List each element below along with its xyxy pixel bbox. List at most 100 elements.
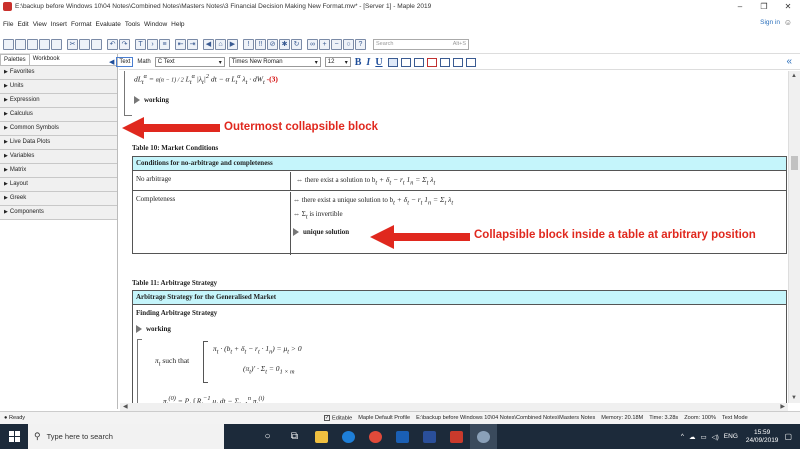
cut-icon[interactable]: ✂ <box>67 39 78 50</box>
palette-expression[interactable]: ▶ Expression <box>0 94 117 108</box>
home-icon[interactable]: ⌂ <box>215 39 226 50</box>
font-size-select[interactable]: 12 ▾ <box>324 57 351 67</box>
scroll-thumb[interactable] <box>791 156 798 170</box>
tab-workbook[interactable]: Workbook <box>30 54 63 65</box>
insert-paragraph-icon[interactable]: ≡ <box>159 39 170 50</box>
scroll-down-icon[interactable]: ▼ <box>791 395 797 401</box>
style-select[interactable]: C Text ▾ <box>154 57 225 67</box>
menu-insert[interactable]: Insert <box>51 21 67 28</box>
palette-units[interactable]: ▶ Units <box>0 80 117 94</box>
bullet-list-icon[interactable] <box>452 57 463 67</box>
menu-help[interactable]: Help <box>171 21 184 28</box>
menu-tools[interactable]: Tools <box>125 21 140 28</box>
task-view-icon[interactable]: ⧉ <box>281 424 308 449</box>
underline-button[interactable]: U <box>375 57 382 68</box>
save-icon[interactable] <box>27 39 38 50</box>
print-icon[interactable] <box>51 39 62 50</box>
back-icon[interactable]: ◀ <box>203 39 214 50</box>
palette-layout[interactable]: ▶ Layout <box>0 178 117 192</box>
tab-palettes[interactable]: Palettes <box>0 54 30 65</box>
start-button[interactable] <box>0 424 28 449</box>
menu-format[interactable]: Format <box>71 21 92 28</box>
vertical-scrollbar[interactable]: ▲ ▼ <box>788 71 800 403</box>
equation-3[interactable]: dLtα = α(α − 1) / 2 Ltα |λt|2 dt − α Ltα… <box>134 73 278 86</box>
horizontal-scrollbar[interactable]: ◀ ▶ <box>120 403 788 411</box>
sign-in-link[interactable]: Sign in <box>760 19 780 26</box>
working-collapsible[interactable]: working <box>134 96 169 105</box>
checkbox-checked-icon[interactable]: ✓ <box>324 414 330 421</box>
copy-icon[interactable] <box>79 39 90 50</box>
tray-chevron-icon[interactable]: ^ <box>681 433 684 440</box>
language-indicator[interactable]: ENG <box>724 433 738 440</box>
palette-common-symbols[interactable]: ▶ Common Symbols <box>0 122 117 136</box>
undo-icon[interactable]: ↶ <box>107 39 118 50</box>
collapse-triangle-icon[interactable] <box>293 228 299 237</box>
scroll-right-icon[interactable]: ▶ <box>780 403 785 410</box>
close-button[interactable]: ✕ <box>776 2 800 11</box>
align-center-icon[interactable] <box>400 57 411 67</box>
text-mode-button[interactable]: Text <box>116 57 134 67</box>
zoom-out-icon[interactable]: − <box>331 39 342 50</box>
palette-matrix[interactable]: ▶ Matrix <box>0 164 117 178</box>
help-icon[interactable]: ? <box>355 39 366 50</box>
open-folder-icon[interactable] <box>15 39 26 50</box>
palette-greek[interactable]: ▶ Greek <box>0 192 117 206</box>
maple-icon[interactable] <box>443 424 470 449</box>
collapse-panel-icon[interactable]: ◀ <box>109 58 114 66</box>
italic-button[interactable]: I <box>366 57 370 68</box>
scroll-up-icon[interactable]: ▲ <box>791 73 797 79</box>
chrome-icon[interactable] <box>362 424 389 449</box>
settings-app-icon[interactable] <box>470 424 497 449</box>
font-select[interactable]: Times New Roman ▾ <box>228 57 321 67</box>
taskbar-clock[interactable]: 15:59 24/09/2019 <box>746 429 779 445</box>
indent-icon[interactable]: ⇥ <box>187 39 198 50</box>
constraint-2[interactable]: (πt)′ · Σt = 01 × m <box>243 364 295 376</box>
insert-math-icon[interactable]: › <box>147 39 158 50</box>
forward-icon[interactable]: ▶ <box>227 39 238 50</box>
redo-icon[interactable]: ↷ <box>119 39 130 50</box>
palette-calculus[interactable]: ▶ Calculus <box>0 108 117 122</box>
user-icon[interactable]: ☺ <box>784 18 792 27</box>
zoom-in-icon[interactable]: + <box>319 39 330 50</box>
menu-evaluate[interactable]: Evaluate <box>96 21 121 28</box>
outlook-icon[interactable] <box>389 424 416 449</box>
menu-file[interactable]: File <box>3 21 13 28</box>
search-input[interactable]: Search Alt+S <box>373 39 469 50</box>
insert-text-icon[interactable]: T <box>135 39 146 50</box>
bold-button[interactable]: B <box>355 57 362 68</box>
palette-components[interactable]: ▶ Components <box>0 206 117 220</box>
link-icon[interactable]: ∞ <box>307 39 318 50</box>
minimize-button[interactable]: – <box>728 2 752 11</box>
notifications-icon[interactable]: ▢ <box>784 432 792 441</box>
text-color-icon[interactable] <box>426 57 437 67</box>
palette-live-data-plots[interactable]: ▶ Live Data Plots <box>0 136 117 150</box>
scroll-left-icon[interactable]: ◀ <box>123 403 128 410</box>
file-explorer-icon[interactable] <box>308 424 335 449</box>
save-as-icon[interactable] <box>39 39 50 50</box>
stop-icon[interactable]: ⊘ <box>267 39 278 50</box>
edge-icon[interactable] <box>335 424 362 449</box>
editable-checkbox[interactable]: ✓ Editable <box>324 414 352 421</box>
collapse-triangle-icon[interactable] <box>136 325 142 334</box>
network-icon[interactable]: ☁ <box>689 433 696 441</box>
palette-variables[interactable]: ▶ Variables <box>0 150 117 164</box>
outer-block-bracket[interactable] <box>124 71 132 116</box>
numbered-list-icon[interactable] <box>465 57 476 67</box>
align-right-icon[interactable] <box>413 57 424 67</box>
volume-icon[interactable]: ◁) <box>712 433 719 441</box>
maximize-button[interactable]: ❐ <box>752 2 776 11</box>
outdent-icon[interactable]: ⇤ <box>175 39 186 50</box>
execute-all-icon[interactable]: ‼ <box>255 39 266 50</box>
zoom-reset-icon[interactable]: ○ <box>343 39 354 50</box>
restart-icon[interactable]: ↻ <box>291 39 302 50</box>
powershell-icon[interactable] <box>416 424 443 449</box>
unique-solution-collapsible[interactable]: unique solution <box>293 228 349 237</box>
battery-icon[interactable]: ▭ <box>700 433 706 441</box>
double-chevron-left-icon[interactable]: « <box>786 56 792 67</box>
taskbar-search-input[interactable]: ⚲ Type here to search <box>28 424 224 449</box>
palette-favorites[interactable]: ▶ Favorites <box>0 66 117 80</box>
paste-icon[interactable] <box>91 39 102 50</box>
menu-window[interactable]: Window <box>144 21 167 28</box>
align-left-icon[interactable] <box>387 57 398 67</box>
highlight-icon[interactable] <box>439 57 450 67</box>
